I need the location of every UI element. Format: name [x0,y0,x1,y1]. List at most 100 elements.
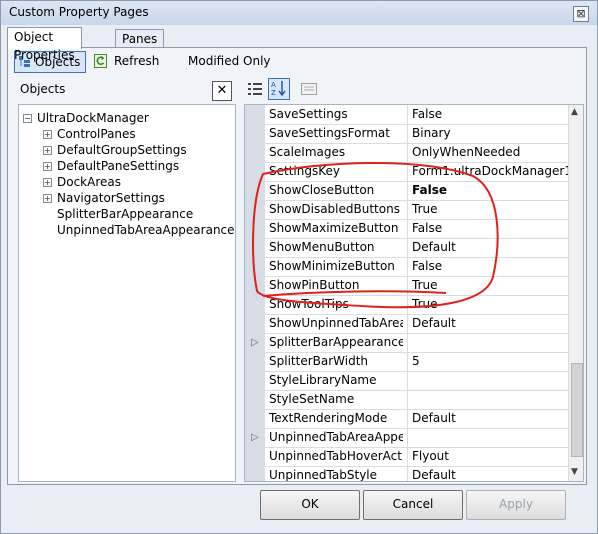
property-name: UnpinnedTabAreaAppeara [269,430,403,444]
tree-item-label: NavigatorSettings [57,191,165,205]
property-name: TextRenderingMode [269,411,388,425]
expand-arrow-icon[interactable]: ▷ [251,432,259,443]
grid-toolbar: AZ [244,78,584,102]
scroll-up-icon[interactable]: ▲ [571,107,578,117]
property-value[interactable]: False [407,219,572,238]
ok-button[interactable]: OK [260,490,360,520]
property-value[interactable]: Default [407,314,572,333]
property-grid: SaveSettings False SaveSettingsFormat Binar… [244,104,584,482]
property-row[interactable]: ShowUnpinnedTabAreas Default [265,314,569,334]
grid-gutter [245,105,265,481]
property-row[interactable]: SaveSettings False [265,105,569,125]
expand-icon[interactable]: + [43,146,52,155]
property-row[interactable]: ShowMenuButton Default [265,238,569,258]
property-value[interactable] [407,428,572,447]
expand-icon[interactable]: + [43,162,52,171]
property-name: ScaleImages [269,145,346,159]
property-name: UnpinnedTabStyle [269,468,378,482]
refresh-button[interactable]: Refresh [114,54,159,68]
tab-object-properties[interactable]: Object Properties [7,27,82,62]
property-value[interactable]: OnlyWhenNeeded [407,143,572,162]
property-row[interactable]: ▷ SplitterBarAppearance [251,333,572,353]
property-pages-icon[interactable] [298,78,320,100]
property-value[interactable]: False [407,257,572,276]
window-title: Custom Property Pages [9,5,149,19]
tab-panes[interactable]: Panes [115,29,165,48]
property-name: ShowCloseButton [269,183,375,197]
expand-arrow-icon[interactable]: ▷ [251,337,259,348]
objects-tree: − UltraDockManager + ControlPanes + Defa… [18,104,236,482]
property-name: ShowUnpinnedTabAreas [269,316,403,330]
property-name: SaveSettings [269,107,348,121]
title-bar: Custom Property Pages ⊠ [1,1,597,25]
property-row[interactable]: ▷ UnpinnedTabAreaAppeara [251,428,572,448]
property-name: UnpinnedTabHoverAction [269,449,403,463]
property-value[interactable] [407,371,572,390]
vertical-scrollbar[interactable]: ▲ ▼ [568,105,583,481]
property-name: StyleLibraryName [269,373,377,387]
property-row[interactable]: UnpinnedTabStyle Default [265,466,572,482]
tree-item-label: DefaultPaneSettings [57,159,180,173]
property-value[interactable]: Default [407,466,572,481]
property-row[interactable]: SplitterBarWidth 5 [265,352,569,372]
tree-item-label: SplitterBarAppearance [57,207,194,221]
cancel-button[interactable]: Cancel [363,490,463,520]
property-value[interactable]: Default [407,409,572,428]
property-value[interactable]: True [407,295,572,314]
property-row[interactable]: TextRenderingMode Default [265,409,569,429]
alphabetical-icon[interactable]: AZ [268,78,290,100]
expand-icon[interactable]: + [43,130,52,139]
refresh-icon[interactable] [94,54,108,68]
property-value[interactable]: True [407,276,572,295]
property-row[interactable]: SettingsKey Form1.ultraDockManager1 [265,162,572,182]
property-pages-window: Custom Property Pages ⊠ Object Propertie… [0,0,598,534]
property-row[interactable]: ShowMinimizeButton False [265,257,569,277]
property-name: ShowDisabledButtons [269,202,400,216]
collapse-icon[interactable]: − [23,114,32,123]
property-row[interactable]: UnpinnedTabHoverAction Flyout [265,447,569,467]
property-name: ShowToolTips [269,297,349,311]
scroll-thumb[interactable] [571,363,583,457]
property-row[interactable]: StyleLibraryName [265,371,569,391]
property-name: ShowPinButton [269,278,360,292]
tree-item-label: UltraDockManager [37,111,149,125]
tree-item-label: DockAreas [57,175,121,189]
toolbar: Objects Refresh Modified Only [12,50,582,74]
property-value[interactable]: Flyout [407,447,572,466]
scroll-down-icon[interactable]: ▼ [571,467,578,477]
tree-item-label: DefaultGroupSettings [57,143,187,157]
property-value[interactable] [407,390,572,409]
property-value[interactable]: False [407,105,572,124]
property-row[interactable]: SaveSettingsFormat Binary [265,124,569,144]
svg-text:A: A [271,81,276,89]
property-row[interactable]: ShowToolTips True [265,295,569,315]
categorized-icon[interactable] [244,78,266,100]
property-row[interactable]: StyleSetName [265,390,569,410]
property-row[interactable]: ShowDisabledButtons True [265,200,569,220]
property-name: ShowMenuButton [269,240,375,254]
svg-text:Z: Z [271,89,276,96]
modified-only-toggle[interactable]: Modified Only [188,54,271,68]
expand-icon[interactable]: + [43,194,52,203]
property-value[interactable]: 5 [407,352,572,371]
tree-item-label: UnpinnedTabAreaAppearance [57,223,235,237]
property-name: ShowMaximizeButton [269,221,399,235]
property-row[interactable]: ShowCloseButton False [265,181,569,201]
property-value[interactable]: Form1.ultraDockManager1 [407,162,572,181]
close-icon[interactable]: ⊠ [573,6,589,22]
expand-icon[interactable]: + [43,178,52,187]
property-name: SplitterBarAppearance [269,335,403,349]
property-name: StyleSetName [269,392,355,406]
property-name: SplitterBarWidth [269,354,369,368]
property-row[interactable]: ScaleImages OnlyWhenNeeded [265,143,569,163]
tab-panel: Objects Refresh Modified Only Objects ✕ … [7,47,587,485]
apply-button[interactable]: Apply [466,490,566,520]
property-value[interactable]: False [407,181,572,200]
property-value[interactable]: True [407,200,572,219]
clear-objects-button[interactable]: ✕ [212,81,232,101]
property-row[interactable]: ShowMaximizeButton False [265,219,569,239]
property-value[interactable]: Default [407,238,572,257]
property-value[interactable] [407,333,572,352]
property-row[interactable]: ShowPinButton True [265,276,569,296]
property-value[interactable]: Binary [407,124,572,143]
